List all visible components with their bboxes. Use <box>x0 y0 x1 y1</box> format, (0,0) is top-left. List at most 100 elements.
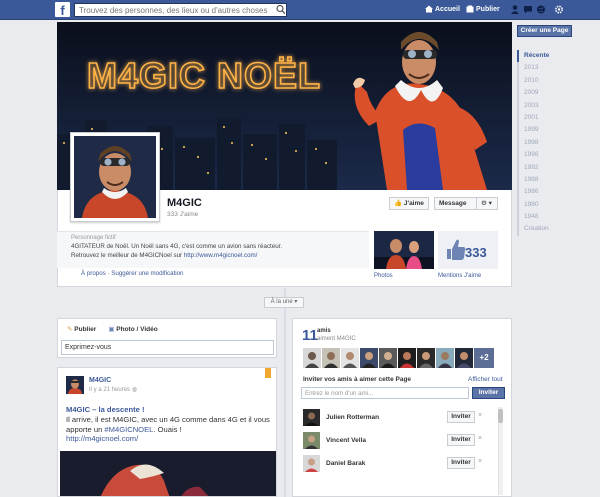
invitee-name[interactable]: Vincent Vella <box>326 437 366 444</box>
avatar <box>303 348 321 368</box>
invite-section-title: Inviter vos amis à aimer cette Page <box>303 376 412 383</box>
post-author-name[interactable]: M4GIC <box>89 377 111 384</box>
messages-icon[interactable] <box>523 4 533 15</box>
friend-avatar[interactable] <box>379 348 397 368</box>
friend-avatar[interactable] <box>360 348 378 368</box>
year-item[interactable]: 2010 <box>519 75 567 87</box>
composer-tabs: ✎ Publier ▣ Photo / Vidéo <box>67 325 158 333</box>
list-item: Vincent Vella Inviter × <box>301 429 496 452</box>
friend-avatar[interactable] <box>322 348 340 368</box>
chevron-down-icon: ▾ <box>294 299 298 305</box>
tab-photo-video[interactable]: ▣ Photo / Vidéo <box>108 325 157 333</box>
friend-avatar[interactable] <box>455 348 473 368</box>
tab-publish[interactable]: ✎ Publier <box>67 325 96 333</box>
timeline-spine <box>284 288 286 497</box>
post-link[interactable]: http://m4gicnoel.com/ <box>66 434 138 443</box>
friend-search-input[interactable]: Entrez le nom d'un ami... <box>301 387 469 399</box>
year-item[interactable]: 2009 <box>519 87 567 99</box>
year-item[interactable]: 1986 <box>519 186 567 198</box>
friend-avatar[interactable] <box>417 348 435 368</box>
likes-tile-graphic: 333 <box>438 231 498 269</box>
like-button[interactable]: 👍 J'aime <box>389 197 429 210</box>
likes-tile-label[interactable]: Mentions J'aime <box>438 273 481 279</box>
invite-friend-button[interactable]: Inviter <box>447 434 475 446</box>
cover-title: M4GIC NOËL <box>87 55 321 96</box>
globe-icon: ◍ <box>131 387 137 393</box>
close-icon[interactable]: × <box>478 458 482 465</box>
profile-picture[interactable] <box>70 132 160 222</box>
year-item[interactable]: 1980 <box>519 199 567 211</box>
friend-avatar[interactable] <box>303 348 321 368</box>
chevron-down-icon: ▾ <box>488 200 492 207</box>
photos-tile-label[interactable]: Photos <box>374 273 393 279</box>
status-input[interactable]: Exprimez-vous <box>61 340 274 355</box>
post-image[interactable] <box>60 451 276 496</box>
invite-friend-button[interactable]: Inviter <box>447 411 475 423</box>
publish-link[interactable]: Publier <box>466 5 500 13</box>
friend-requests-icon[interactable] <box>510 4 520 15</box>
year-item-creation[interactable]: Création <box>519 223 567 235</box>
bookmark-icon[interactable] <box>265 368 271 378</box>
post-author-avatar[interactable] <box>66 376 84 394</box>
page-options-button[interactable]: ⚙ ▾ <box>476 197 498 210</box>
post-photo <box>60 451 276 496</box>
settings-gear-icon[interactable] <box>554 4 564 15</box>
avatar[interactable] <box>303 409 320 426</box>
post-title: M4GIC – la descente ! <box>66 405 145 414</box>
scrollbar-thumb[interactable] <box>498 409 503 423</box>
year-item[interactable]: 1999 <box>519 124 567 136</box>
profile-avatar <box>74 136 156 218</box>
year-item-recent[interactable]: Récente <box>517 50 567 63</box>
invite-friend-button[interactable]: Inviter <box>447 457 475 469</box>
year-item[interactable]: 1988 <box>519 174 567 186</box>
pencil-icon: ✎ <box>67 326 73 333</box>
likes-tile[interactable]: 333 <box>438 231 498 269</box>
home-link[interactable]: Accueil <box>425 5 460 13</box>
page-like-count: 333 J'aime <box>167 211 199 218</box>
search-input[interactable]: Trouvez des personnes, des lieux ou d'au… <box>74 3 287 17</box>
avatar[interactable] <box>303 455 320 472</box>
year-item[interactable]: 1948 <box>519 211 567 223</box>
friends-label[interactable]: amis <box>317 328 331 334</box>
publish-icon <box>466 5 474 13</box>
close-icon[interactable]: × <box>478 435 482 442</box>
friends-count[interactable]: 11 <box>302 327 318 344</box>
about-link[interactable]: À propos <box>81 270 106 277</box>
year-item[interactable]: 1996 <box>519 149 567 161</box>
close-icon[interactable]: × <box>478 412 482 419</box>
list-item: Daniel Barak Inviter × <box>301 452 496 475</box>
message-button[interactable]: Message <box>434 197 477 210</box>
about-website-link[interactable]: http://www.m4gicnoel.com/ <box>184 252 258 259</box>
thumbs-up-icon: 👍 <box>394 200 403 207</box>
home-icon <box>425 5 433 13</box>
more-friends-count[interactable]: +2 <box>474 348 494 368</box>
year-item[interactable]: 2001 <box>519 112 567 124</box>
avatar[interactable] <box>303 432 320 449</box>
year-item[interactable]: 2003 <box>519 100 567 112</box>
invite-button[interactable]: Inviter <box>472 387 505 399</box>
post-timestamp[interactable]: Il y a 21 heures ◍ <box>89 386 137 393</box>
invite-list: Julien Rotterman Inviter × Vincent Vella… <box>301 406 496 475</box>
friend-avatar[interactable] <box>436 348 454 368</box>
photos-tile[interactable] <box>374 231 434 269</box>
invitee-name[interactable]: Daniel Barak <box>326 460 365 467</box>
avatar-image <box>303 455 320 472</box>
suggest-edit-link[interactable]: Suggérer une modification <box>111 270 183 277</box>
page-title[interactable]: M4GIC <box>167 197 202 209</box>
year-item[interactable]: 2013 <box>519 62 567 74</box>
friend-avatar[interactable] <box>341 348 359 368</box>
create-page-button[interactable]: Créer une Page <box>517 25 572 37</box>
friend-avatar[interactable] <box>398 348 416 368</box>
year-item[interactable]: 1998 <box>519 137 567 149</box>
post-hashtag[interactable]: #M4GICNOEL <box>104 425 153 434</box>
invitee-name[interactable]: Julien Rotterman <box>326 414 379 421</box>
year-item[interactable]: 1992 <box>519 162 567 174</box>
notifications-globe-icon[interactable] <box>536 4 546 15</box>
about-website-line: Retrouvez le meilleur de M4GICNoel sur h… <box>71 252 355 259</box>
photos-thumbnail <box>374 231 434 269</box>
search-icon[interactable] <box>276 4 286 15</box>
timeline-filter-dropdown[interactable]: À la une ▾ <box>264 297 304 308</box>
facebook-logo[interactable]: f <box>55 2 70 18</box>
show-all-link[interactable]: Afficher tout <box>468 376 503 383</box>
avatar <box>436 348 454 368</box>
